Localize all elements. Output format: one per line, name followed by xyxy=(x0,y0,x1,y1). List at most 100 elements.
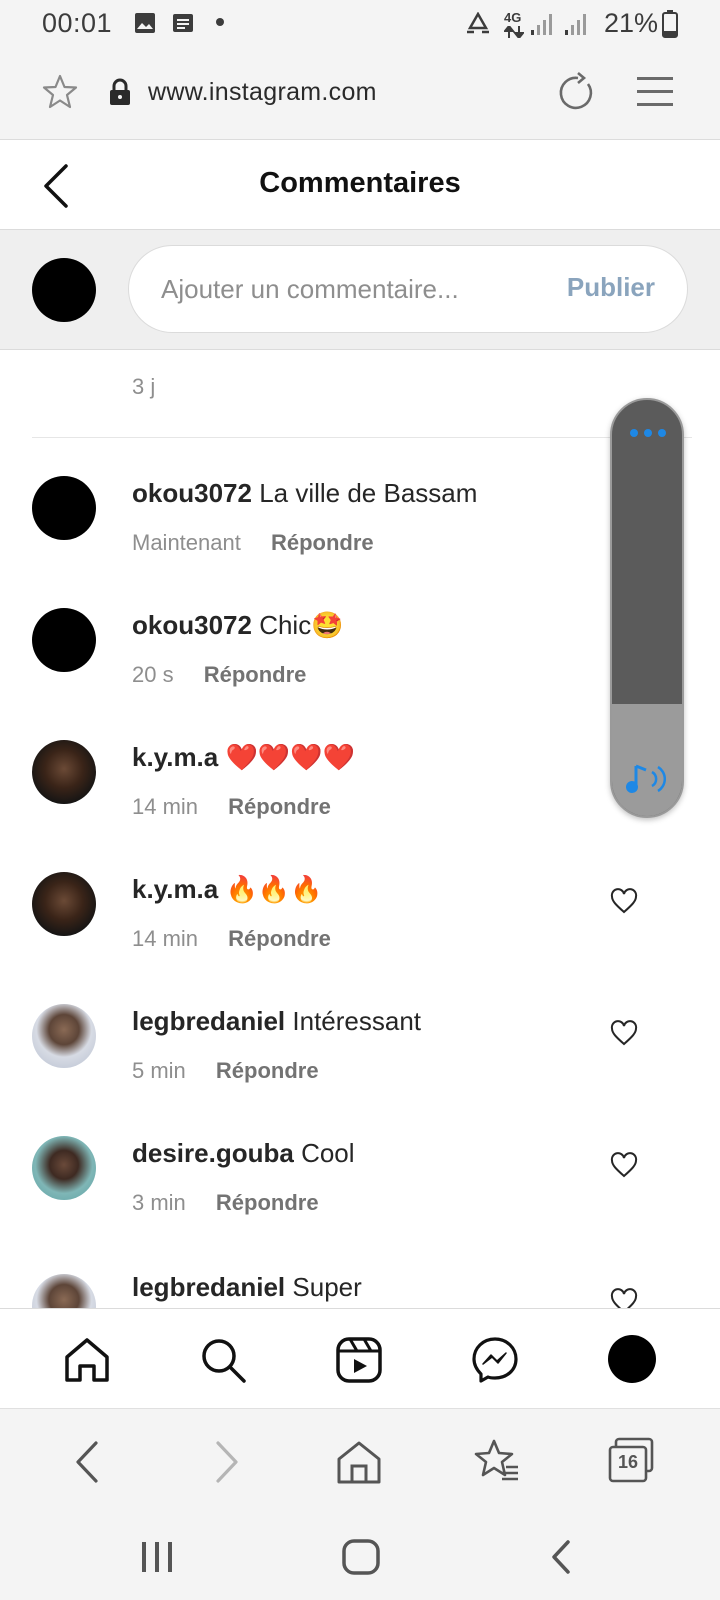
avatar[interactable] xyxy=(32,872,96,936)
comment-username[interactable]: legbredaniel xyxy=(132,1006,285,1036)
home-button-icon[interactable] xyxy=(338,1534,384,1580)
avatar[interactable] xyxy=(32,1004,96,1068)
caption-timestamp: 3 j xyxy=(132,374,156,399)
comment-time: Maintenant xyxy=(132,530,241,555)
comment-time: 14 min xyxy=(132,926,199,951)
avatar[interactable] xyxy=(32,1136,96,1200)
comment-item: k.y.m.a 🔥🔥🔥 14 min Répondre xyxy=(0,872,720,1004)
avatar[interactable] xyxy=(32,476,96,540)
comment-meta: 14 min Répondre xyxy=(132,926,331,952)
tabs-button[interactable]: 16 xyxy=(606,1435,656,1485)
gallery-icon xyxy=(135,13,155,33)
system-back-icon[interactable] xyxy=(540,1534,586,1580)
publish-button[interactable]: Publier xyxy=(567,272,655,303)
comment-text: legbredaniel Intéressant xyxy=(132,1006,421,1037)
heart-icon[interactable] xyxy=(610,1288,638,1308)
comment-item-clipped: legbredaniel Super xyxy=(0,1268,720,1308)
comment-text: k.y.m.a ❤️❤️❤️❤️ xyxy=(132,742,355,773)
page-title: Commentaires xyxy=(259,167,461,199)
message-icon xyxy=(173,14,193,32)
comment-body: Super xyxy=(292,1272,362,1302)
instagram-bottom-nav xyxy=(0,1308,720,1408)
browser-toolbar: 16 xyxy=(0,1408,720,1516)
comment-body: ❤️❤️❤️❤️ xyxy=(225,742,355,772)
battery-icon xyxy=(662,10,678,38)
avatar[interactable] xyxy=(32,740,96,804)
comment-meta: 14 min Répondre xyxy=(132,794,331,820)
comment-meta: 5 min Répondre xyxy=(132,1058,319,1084)
comment-meta: 3 min Répondre xyxy=(132,1190,319,1216)
dot-icon xyxy=(216,18,224,26)
reels-icon[interactable] xyxy=(334,1335,384,1385)
browser-menu-icon[interactable] xyxy=(636,74,674,110)
comment-body: Intéressant xyxy=(292,1006,422,1036)
browser-address-bar: www.instagram.com xyxy=(0,48,720,140)
tabs-count: 16 xyxy=(617,1452,639,1472)
divider xyxy=(32,437,692,438)
comment-input[interactable]: Ajouter un commentaire... xyxy=(161,274,459,305)
comment-time: 14 min xyxy=(132,794,199,819)
bookmarks-icon[interactable] xyxy=(472,1437,522,1487)
network-label: 4G xyxy=(504,10,522,25)
data-saver-icon xyxy=(467,12,489,34)
status-bar: 00:01 4G 21% xyxy=(0,0,720,48)
comment-item: desire.gouba Cool 3 min Répondre xyxy=(0,1136,720,1268)
comment-body: La ville de Bassam xyxy=(259,478,478,508)
reply-button[interactable]: Répondre xyxy=(216,1058,319,1083)
heart-icon[interactable] xyxy=(610,1020,638,1046)
reply-button[interactable]: Répondre xyxy=(204,662,307,687)
reply-button[interactable]: Répondre xyxy=(228,926,331,951)
comment-composer: Ajouter un commentaire... Publier xyxy=(0,230,720,350)
comment-username[interactable]: okou3072 xyxy=(132,478,252,508)
url-field[interactable]: www.instagram.com xyxy=(148,78,377,107)
reply-button[interactable]: Répondre xyxy=(216,1190,319,1215)
browser-forward-icon[interactable] xyxy=(200,1437,250,1487)
browser-back-icon[interactable] xyxy=(64,1437,114,1487)
comment-username[interactable]: desire.gouba xyxy=(132,1138,294,1168)
comment-input-field[interactable]: Ajouter un commentaire... Publier xyxy=(128,245,688,333)
comment-meta: 20 s Répondre xyxy=(132,662,306,688)
signal-1-icon xyxy=(531,14,552,35)
reply-button[interactable]: Répondre xyxy=(271,530,374,555)
avatar[interactable] xyxy=(32,608,96,672)
comment-username[interactable]: k.y.m.a xyxy=(132,874,218,904)
comment-item: legbredaniel Intéressant 5 min Répondre xyxy=(0,1004,720,1136)
current-user-avatar xyxy=(32,258,96,322)
battery-percent: 21% xyxy=(604,8,659,38)
signal-2-icon xyxy=(565,14,586,35)
heart-icon[interactable] xyxy=(610,1152,638,1178)
reply-button[interactable]: Répondre xyxy=(228,794,331,819)
bookmark-star-icon[interactable] xyxy=(40,72,80,112)
comment-text: okou3072 Chic🤩 xyxy=(132,610,344,641)
profile-avatar[interactable] xyxy=(608,1335,656,1383)
comment-username[interactable]: legbredaniel xyxy=(132,1272,285,1302)
comment-text: desire.gouba Cool xyxy=(132,1138,355,1169)
comment-time: 20 s xyxy=(132,662,174,687)
search-icon[interactable] xyxy=(198,1335,248,1385)
comment-text: k.y.m.a 🔥🔥🔥 xyxy=(132,874,323,905)
floating-side-panel[interactable] xyxy=(610,398,684,818)
messenger-icon[interactable] xyxy=(470,1335,520,1385)
android-nav-bar xyxy=(0,1516,720,1600)
home-icon[interactable] xyxy=(62,1335,112,1385)
comment-username[interactable]: k.y.m.a xyxy=(132,742,218,772)
music-sound-icon[interactable] xyxy=(626,760,670,796)
status-time: 00:01 xyxy=(42,8,113,38)
more-dots-icon[interactable] xyxy=(628,428,668,438)
comment-meta: Maintenant Répondre xyxy=(132,530,374,556)
heart-icon[interactable] xyxy=(610,888,638,914)
browser-home-icon[interactable] xyxy=(334,1437,384,1487)
lock-icon xyxy=(110,78,130,105)
comment-username[interactable]: okou3072 xyxy=(132,610,252,640)
recent-apps-icon[interactable] xyxy=(134,1534,180,1580)
comment-body: Cool xyxy=(301,1138,355,1168)
reload-icon[interactable] xyxy=(556,72,596,112)
comment-text: legbredaniel Super xyxy=(132,1272,362,1303)
comments-header: Commentaires xyxy=(0,140,720,230)
comment-text: okou3072 La ville de Bassam xyxy=(132,478,477,509)
comment-time: 3 min xyxy=(132,1190,186,1215)
avatar[interactable] xyxy=(32,1274,96,1308)
comment-body: 🔥🔥🔥 xyxy=(225,874,323,904)
comment-time: 5 min xyxy=(132,1058,186,1083)
data-arrows-icon xyxy=(504,26,524,38)
